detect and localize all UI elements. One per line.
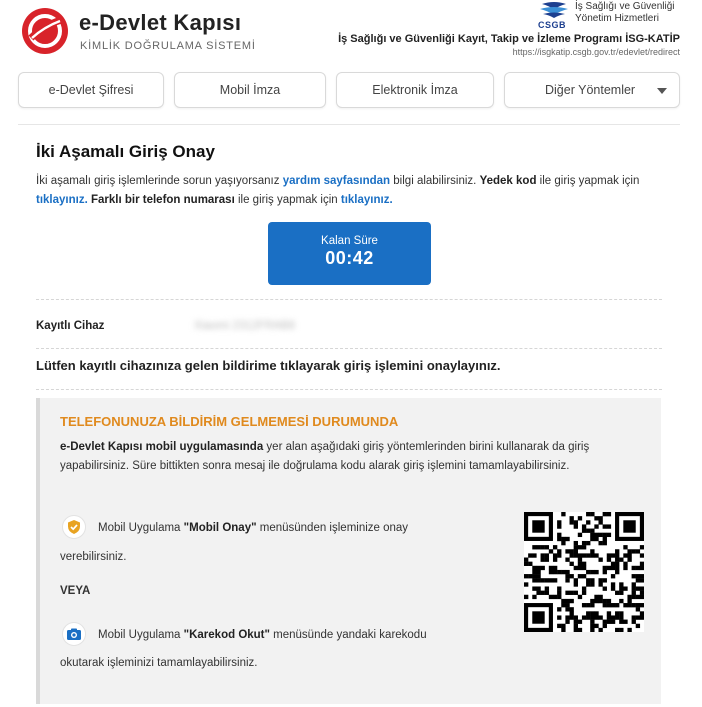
other-phone-link[interactable]: tıklayınız.	[341, 194, 393, 206]
divider	[36, 389, 662, 390]
confirm-message: Lütfen kayıtlı cihazınıza gelen bildirim…	[36, 358, 501, 373]
option2-text-cont: okutarak işleminizi tamamlayabilirsiniz.	[60, 657, 258, 669]
no-notification-info-box: TELEFONUNUZA BİLDİRİM GELMEMESİ DURUMUND…	[36, 398, 661, 704]
qr-code	[524, 512, 644, 632]
tab-edevlet-password[interactable]: e-Devlet Şifresi	[18, 72, 164, 108]
camera-icon	[67, 628, 81, 640]
program-url: https://isgkatip.csgb.gov.tr/edevlet/red…	[512, 47, 680, 57]
program-title: İş Sağlığı ve Güvenliği Kayıt, Takip ve …	[338, 33, 680, 45]
registered-device-value: Xiaomi 2312FRAB8	[194, 320, 295, 332]
divider	[36, 299, 662, 300]
registered-device-label: Kayıtlı Cihaz	[36, 320, 105, 332]
header: e-Devlet Kapısı KİMLİK DOĞRULAMA SİSTEMİ…	[0, 0, 702, 68]
mobile-approve-option	[62, 515, 86, 539]
brand-title: e-Devlet Kapısı	[79, 10, 242, 35]
timer-label: Kalan Süre	[321, 235, 378, 247]
tab-electronic-signature[interactable]: Elektronik İmza	[336, 72, 494, 108]
edevlet-logo-icon[interactable]	[21, 7, 69, 55]
page-title: İki Aşamalı Giriş Onay	[36, 142, 215, 161]
info-body: e-Devlet Kapısı mobil uygulamasında yer …	[60, 441, 590, 472]
divider	[36, 348, 662, 349]
brand-subtitle: KİMLİK DOĞRULAMA SİSTEMİ	[80, 40, 256, 52]
divider	[18, 124, 680, 125]
csgb-logo-text: CSGB	[538, 20, 567, 30]
shield-check-icon	[68, 520, 80, 534]
timer-value: 00:42	[325, 248, 374, 268]
ministry-name: İş Sağlığı ve Güvenliği Yönetim Hizmetle…	[575, 1, 675, 24]
tab-other-methods-label: Diğer Yöntemler	[545, 83, 636, 97]
option1-text-cont: verebilirsiniz.	[60, 551, 127, 563]
backup-code-link[interactable]: tıklayınız.	[36, 194, 88, 206]
intro-text: İki aşamalı giriş işlemlerinde sorun yaş…	[36, 175, 640, 206]
tab-mobile-signature[interactable]: Mobil İmza	[174, 72, 326, 108]
option2-text: Mobil Uygulama "Karekod Okut" menüsünde …	[98, 629, 427, 641]
tab-other-methods[interactable]: Diğer Yöntemler	[504, 72, 680, 108]
or-label: VEYA	[60, 585, 91, 597]
info-title: TELEFONUNUZA BİLDİRİM GELMEMESİ DURUMUND…	[60, 414, 399, 429]
option1-text: Mobil Uygulama "Mobil Onay" menüsünden i…	[98, 522, 409, 534]
help-page-link[interactable]: yardım sayfasından	[283, 175, 390, 187]
login-method-tabs: e-Devlet Şifresi Mobil İmza Elektronik İ…	[18, 72, 680, 108]
chevron-down-icon	[657, 88, 667, 94]
qr-scan-option	[62, 622, 86, 646]
remaining-time-box: Kalan Süre 00:42	[268, 222, 431, 285]
